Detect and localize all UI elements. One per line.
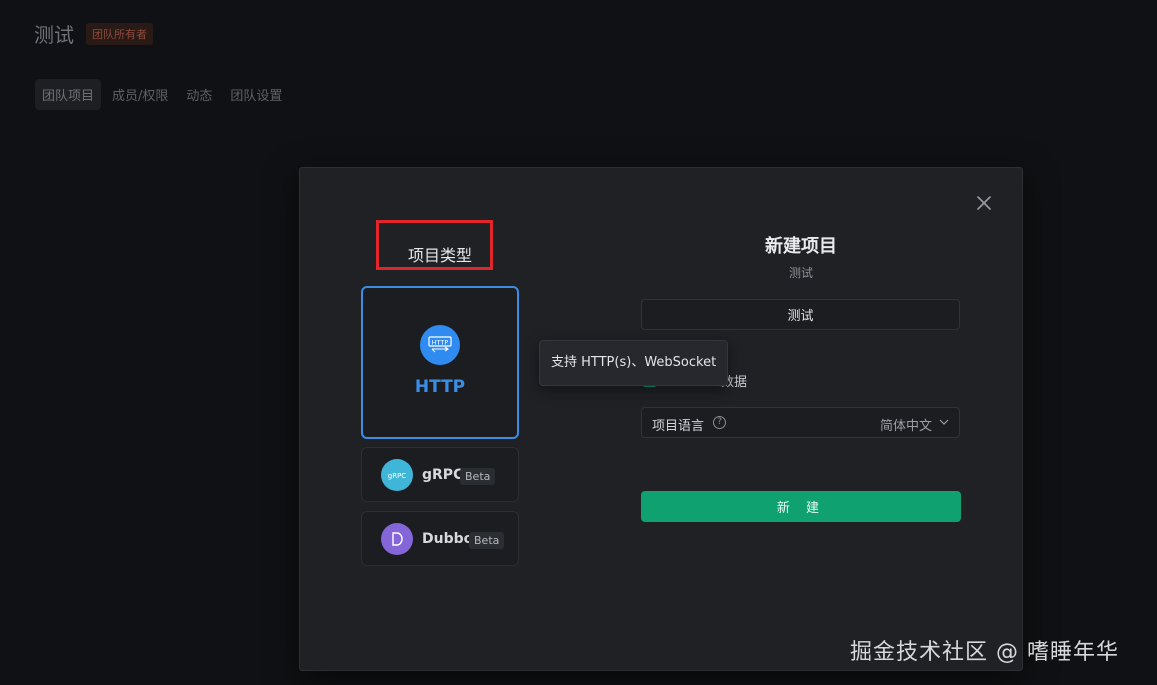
tab-members[interactable]: 成员/权限 <box>105 79 175 110</box>
http-icon: HTTP <box>420 325 460 365</box>
type-card-http[interactable]: HTTP HTTP <box>361 286 519 439</box>
grpc-beta-badge: Beta <box>460 468 496 485</box>
create-button[interactable]: 新 建 <box>641 491 961 522</box>
http-label: HTTP <box>414 377 466 397</box>
dubbo-icon <box>381 523 413 555</box>
project-name-input[interactable] <box>641 299 960 330</box>
help-icon[interactable]: ? <box>713 416 726 429</box>
modal-subtitle: 测试 <box>788 266 813 280</box>
tab-team-projects[interactable]: 团队项目 <box>35 79 102 110</box>
project-type-heading: 项目类型 <box>408 246 473 265</box>
tab-activity[interactable]: 动态 <box>179 79 219 110</box>
close-button[interactable] <box>975 194 993 212</box>
type-card-dubbo[interactable]: Dubbo Beta <box>361 511 519 566</box>
owner-badge: 团队所有者 <box>86 22 153 45</box>
language-label: 项目语言 <box>652 419 705 434</box>
team-tabs: 团队项目 成员/权限 动态 团队设置 <box>35 79 289 110</box>
grpc-label: gRPC <box>422 467 464 483</box>
language-select[interactable]: 项目语言 ? 简体中文 <box>641 407 960 438</box>
team-header: 测试 团队所有者 <box>34 19 153 48</box>
watermark: 掘金技术社区 @ 嗜睡年华 <box>850 640 1119 665</box>
modal-title: 新建项目 <box>765 236 837 257</box>
svg-text:HTTP: HTTP <box>432 339 449 347</box>
type-card-grpc[interactable]: gRPC gRPC Beta <box>361 447 519 502</box>
http-tooltip: 支持 HTTP(s)、WebSocket <box>539 340 729 386</box>
grpc-icon: gRPC <box>381 459 413 491</box>
close-icon <box>977 196 991 210</box>
new-project-modal: 项目类型 HTTP HTTP gRPC gRPC Beta Dubbo Beta… <box>299 167 1023 671</box>
svg-text:gRPC: gRPC <box>388 472 407 480</box>
dubbo-label: Dubbo <box>422 531 474 547</box>
chevron-down-icon <box>939 419 949 425</box>
team-title: 测试 <box>34 23 74 47</box>
language-value: 简体中文 <box>879 419 932 434</box>
tab-team-settings[interactable]: 团队设置 <box>223 79 289 110</box>
dubbo-beta-badge: Beta <box>469 532 505 549</box>
